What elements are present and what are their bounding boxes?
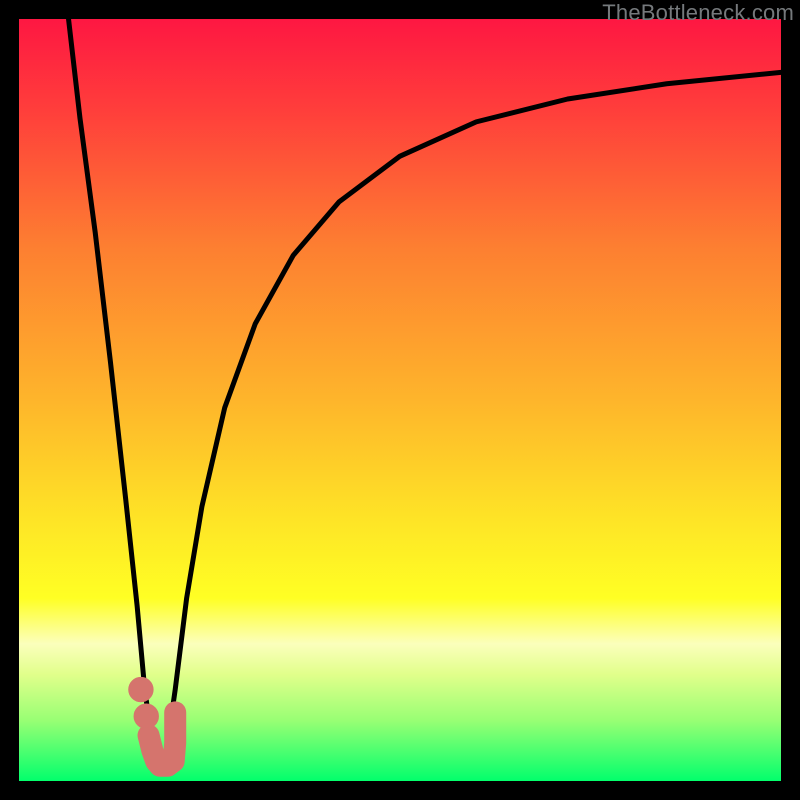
plot-area — [19, 19, 781, 781]
gradient-background — [19, 19, 781, 781]
marker-upper — [129, 677, 153, 701]
marker-lower — [134, 704, 158, 728]
watermark: TheBottleneck.com — [602, 0, 794, 26]
chart-frame: { "watermark": "TheBottleneck.com", "col… — [0, 0, 800, 800]
chart-svg — [19, 19, 781, 781]
